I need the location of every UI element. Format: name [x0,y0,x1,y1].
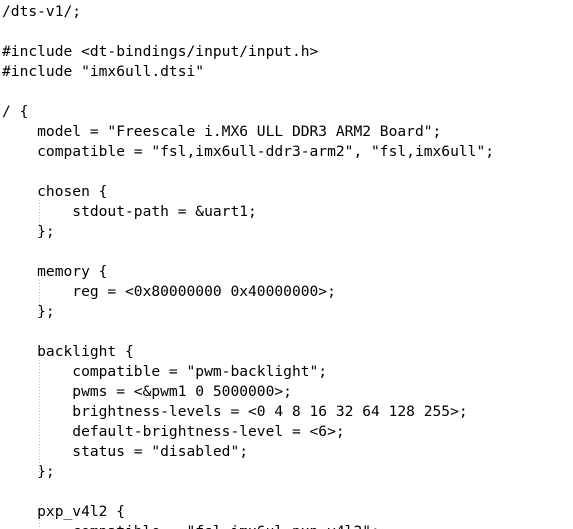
code-line: stdout-path = &uart1; [2,203,257,220]
code-line: status = "disabled"; [2,443,249,460]
code-line: / { [2,103,29,120]
code-line: pwms = <&pwm1 0 5000000>; [2,383,292,400]
code-line: #include <dt-bindings/input/input.h> [2,43,319,60]
code-line: brightness-levels = <0 4 8 16 32 64 128 … [2,403,468,420]
code-line: reg = <0x80000000 0x40000000>; [2,283,336,300]
code-line: }; [2,463,55,480]
code-line: compatible = "pwm-backlight"; [2,363,328,380]
code-line: /dts-v1/; [2,3,82,20]
code-line: model = "Freescale i.MX6 ULL DDR3 ARM2 B… [2,123,442,140]
code-line: compatible = "fsl,imx6ull-ddr3-arm2", "f… [2,143,495,160]
code-line: default-brightness-level = <6>; [2,423,345,440]
code-editor-viewport[interactable]: /dts-v1/; #include <dt-bindings/input/inp… [0,0,573,529]
code-line: chosen { [2,183,108,200]
source-code-block[interactable]: /dts-v1/; #include <dt-bindings/input/inp… [0,0,494,529]
code-line: compatible = "fsl,imx6ul-pxp-v4l2"; [2,522,494,529]
code-line: }; [2,303,55,320]
code-line: backlight { [2,343,134,360]
code-line: }; [2,223,55,240]
code-line: pxp_v4l2 { [2,503,126,520]
code-line: memory { [2,263,108,280]
code-line: #include "imx6ull.dtsi" [2,63,205,80]
